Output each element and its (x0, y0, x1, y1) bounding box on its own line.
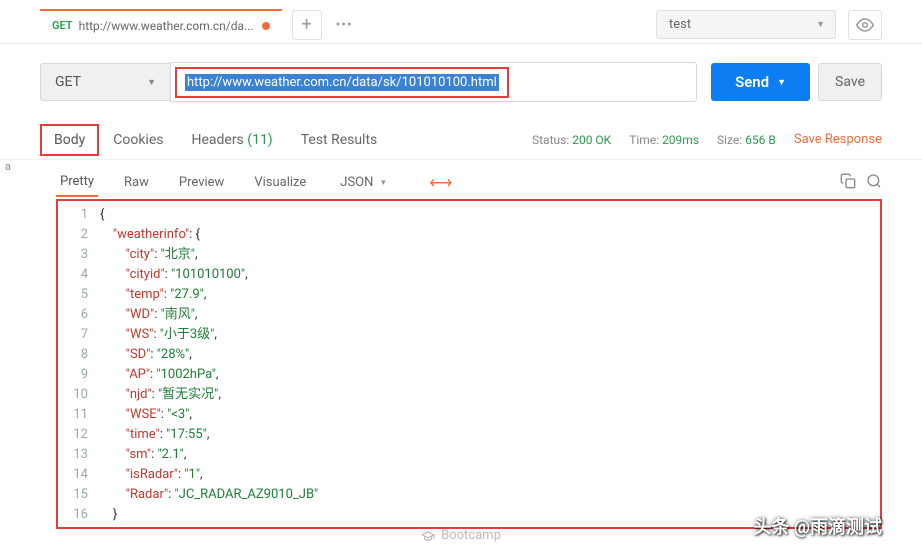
unsaved-dot-icon (262, 22, 270, 30)
code-line: 7 "WS": "小于3级", (58, 325, 880, 345)
code-line: 12 "time": "17:55", (58, 425, 880, 445)
size-label: Size: 656 B (717, 133, 776, 147)
search-icon[interactable] (866, 173, 882, 193)
tab-title: http://www.weather.com.cn/da... (79, 19, 254, 33)
code-line: 4 "cityid": "101010100", (58, 265, 880, 285)
collapsed-sidebar-label: a (0, 160, 16, 173)
headers-count: (11) (247, 132, 272, 148)
watermark: 头条 @雨滴测试 (753, 513, 882, 539)
eye-icon[interactable] (848, 10, 882, 40)
response-body[interactable]: 1{2 "weatherinfo": {3 "city": "北京",4 "ci… (56, 199, 882, 529)
copy-icon[interactable] (840, 173, 856, 193)
tab-body[interactable]: Body (40, 124, 99, 156)
view-pretty[interactable]: Pretty (56, 168, 98, 197)
send-label: Send (735, 73, 769, 91)
tab-headers[interactable]: Headers (11) (177, 124, 286, 156)
code-line: 5 "temp": "27.9", (58, 285, 880, 305)
save-button[interactable]: Save (818, 63, 882, 101)
format-label: JSON (340, 175, 373, 190)
code-line: 2 "weatherinfo": { (58, 225, 880, 245)
view-preview[interactable]: Preview (175, 169, 228, 196)
code-line: 11 "WSE": "<3", (58, 405, 880, 425)
time-label: Time: 209ms (629, 133, 699, 147)
save-response-button[interactable]: Save Response (794, 132, 882, 147)
url-value: http://www.weather.com.cn/data/sk/101010… (185, 74, 499, 91)
code-line: 15 "Radar": "JC_RADAR_AZ9010_JB" (58, 485, 880, 505)
code-line: 3 "city": "北京", (58, 245, 880, 265)
code-line: 14 "isRadar": "1", (58, 465, 880, 485)
headers-label: Headers (191, 132, 243, 148)
request-tab[interactable]: GET http://www.weather.com.cn/da... (40, 9, 282, 41)
format-select[interactable]: JSON ▼ (332, 171, 395, 194)
tab-method: GET (52, 19, 73, 32)
chevron-down-icon: ▼ (379, 178, 387, 187)
method-select[interactable]: GET ▼ (40, 63, 170, 101)
bootcamp-link[interactable]: Bootcamp (421, 528, 501, 543)
code-line: 1{ (58, 205, 880, 225)
url-input[interactable]: http://www.weather.com.cn/data/sk/101010… (170, 62, 697, 102)
status-label: Status: 200 OK (532, 133, 611, 147)
tab-cookies[interactable]: Cookies (99, 124, 177, 156)
environment-select[interactable]: test (656, 10, 836, 39)
view-raw[interactable]: Raw (120, 169, 153, 196)
chevron-down-icon: ▼ (777, 77, 786, 88)
tab-test-results[interactable]: Test Results (287, 124, 392, 156)
view-visualize[interactable]: Visualize (250, 169, 310, 196)
code-line: 13 "sm": "2.1", (58, 445, 880, 465)
tab-more-button[interactable]: ••• (328, 17, 361, 33)
code-line: 6 "WD": "南风", (58, 305, 880, 325)
method-label: GET (55, 74, 81, 90)
wrap-lines-icon[interactable]: ⟷ (429, 173, 452, 192)
chevron-down-icon: ▼ (147, 77, 156, 88)
code-line: 10 "njd": "暂无实况", (58, 385, 880, 405)
add-tab-button[interactable]: + (292, 10, 322, 40)
code-line: 8 "SD": "28%", (58, 345, 880, 365)
send-button[interactable]: Send ▼ (711, 63, 810, 101)
code-line: 9 "AP": "1002hPa", (58, 365, 880, 385)
